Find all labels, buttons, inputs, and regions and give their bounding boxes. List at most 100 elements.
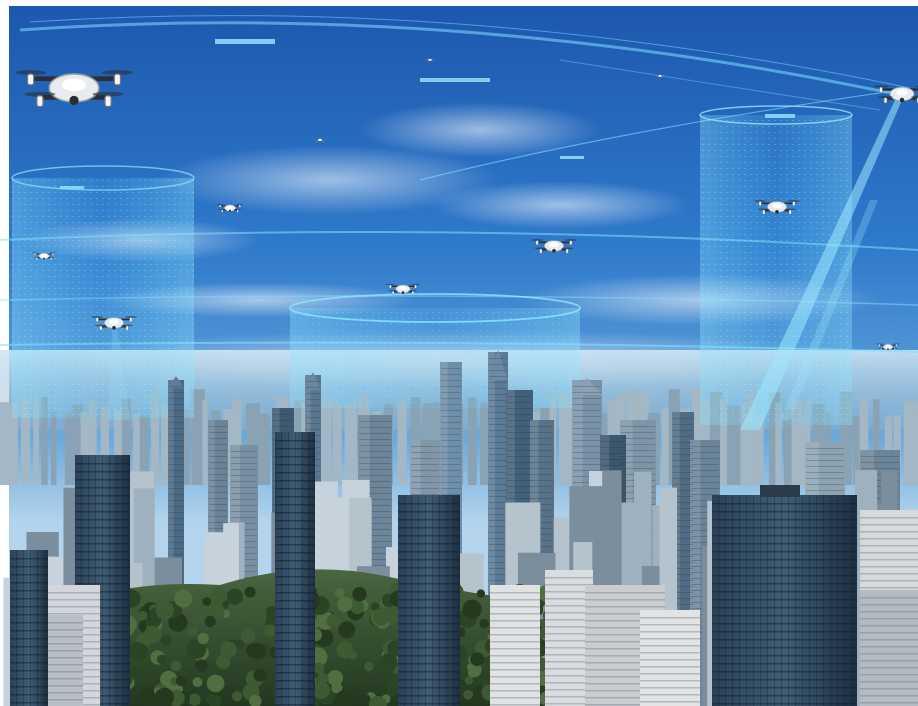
- window-row: [169, 530, 183, 531]
- mullion: [116, 455, 117, 706]
- window-row: [169, 458, 183, 459]
- hologram-cylinder-center: [289, 293, 581, 408]
- mullion: [823, 495, 824, 706]
- window-row: [231, 463, 257, 464]
- window-row: [441, 470, 461, 471]
- window-row: [489, 400, 507, 401]
- window-row: [712, 695, 857, 697]
- window-row: [489, 424, 507, 425]
- mullion: [446, 495, 447, 706]
- mullion: [302, 432, 303, 706]
- window-row: [48, 599, 100, 601]
- window-row: [489, 562, 507, 563]
- window-row: [209, 498, 227, 499]
- tree: [463, 689, 474, 700]
- window-row: [398, 511, 460, 513]
- window-row: [573, 416, 601, 417]
- mullion: [760, 495, 761, 706]
- window-row: [691, 464, 719, 465]
- window-row: [531, 486, 553, 487]
- window-row: [506, 444, 532, 445]
- window-row: [398, 703, 460, 705]
- window-row: [712, 615, 857, 617]
- window-row: [441, 434, 461, 435]
- mullion: [795, 495, 796, 706]
- window-row: [10, 678, 48, 680]
- window-row: [861, 468, 899, 469]
- tree: [139, 688, 156, 706]
- window-row: [673, 430, 693, 431]
- window-row: [398, 671, 460, 673]
- window-row: [531, 426, 553, 427]
- window-row: [398, 655, 460, 657]
- window-row: [411, 464, 439, 465]
- window-row: [359, 469, 391, 470]
- window-row: [712, 591, 857, 593]
- window-row: [673, 466, 693, 467]
- window-row: [712, 543, 857, 545]
- window-row: [441, 422, 461, 423]
- window-row: [411, 476, 439, 477]
- window-row: [621, 468, 655, 469]
- window-row: [489, 484, 507, 485]
- tree: [191, 612, 205, 625]
- foreground-tower-edge: [10, 550, 48, 706]
- tree: [244, 586, 256, 598]
- window-row: [506, 420, 532, 421]
- window-row: [441, 476, 461, 477]
- window-row: [359, 439, 391, 440]
- window-row: [169, 428, 183, 429]
- window-row: [10, 574, 48, 576]
- window-row: [860, 559, 918, 561]
- window-row: [10, 590, 48, 592]
- tree: [253, 668, 267, 682]
- window-row: [169, 386, 183, 387]
- mullion: [44, 550, 45, 706]
- window-row: [209, 450, 227, 451]
- window-row: [489, 358, 507, 359]
- window-row: [489, 496, 507, 497]
- window-row: [169, 482, 183, 483]
- window-row: [489, 478, 507, 479]
- window-row: [573, 446, 601, 447]
- window-row: [209, 492, 227, 493]
- window-row: [673, 484, 693, 485]
- tree: [197, 632, 210, 645]
- window-row: [489, 436, 507, 437]
- tree: [179, 666, 191, 678]
- window-row: [860, 573, 918, 575]
- window-row: [209, 426, 227, 427]
- window-row: [531, 444, 553, 445]
- window-row: [640, 631, 700, 633]
- window-row: [398, 535, 460, 537]
- window-row: [231, 517, 257, 518]
- window-row: [489, 472, 507, 473]
- window-row: [48, 629, 83, 631]
- window-row: [860, 660, 918, 662]
- window-row: [860, 674, 918, 676]
- window-row: [531, 480, 553, 481]
- window-row: [621, 432, 655, 433]
- window-row: [411, 494, 439, 495]
- window-row: [489, 526, 507, 527]
- window-row: [506, 492, 532, 493]
- window-row: [712, 551, 857, 553]
- window-row: [489, 394, 507, 395]
- window-row: [411, 458, 439, 459]
- distant-building: [332, 402, 342, 485]
- window-row: [231, 511, 257, 512]
- window-row: [573, 404, 601, 405]
- window-row: [169, 494, 183, 495]
- window-row: [860, 611, 918, 613]
- window-row: [860, 667, 918, 669]
- window-row: [359, 427, 391, 428]
- mullion: [781, 495, 782, 706]
- window-row: [506, 468, 532, 469]
- window-row: [506, 414, 532, 415]
- window-row: [48, 678, 83, 680]
- window-row: [490, 620, 540, 622]
- tree: [264, 624, 277, 637]
- window-row: [169, 536, 183, 537]
- window-row: [691, 494, 719, 495]
- window-row: [691, 446, 719, 447]
